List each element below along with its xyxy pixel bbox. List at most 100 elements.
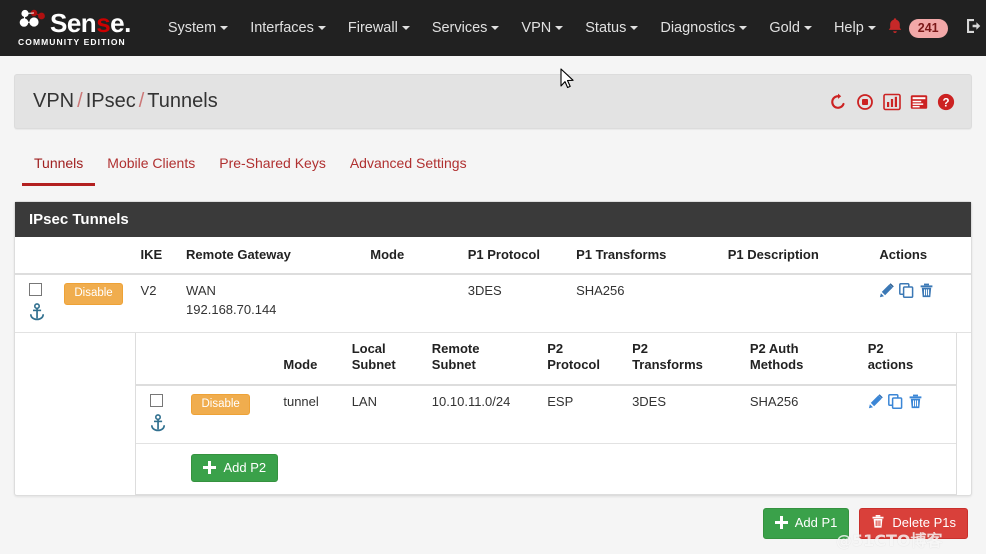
nav-label: Services [431,20,488,36]
p2-col-select [136,333,186,386]
p2-actions-cell [861,384,956,444]
nav-label: Firewall [347,20,398,36]
p2-col-mode: Mode [277,333,346,386]
ipsec-tunnels-panel: IPsec Tunnels IKE Remote Gateway Mode P1… [14,201,972,496]
p1-disable-button[interactable]: Disable [64,283,123,305]
add-p1-label: Add P1 [794,515,838,530]
nav-label: Help [833,20,864,36]
nav-item-gold[interactable]: Gold [758,0,823,56]
p1-col-protocol: P1 Protocol [461,237,571,275]
nav-item-firewall[interactable]: Firewall [337,0,421,56]
copy-icon[interactable] [899,283,914,298]
p2-col-local-subnet-line2: Subnet [351,357,396,373]
nav-item-system[interactable]: System [157,0,239,56]
chevron-down-icon [803,26,812,31]
nav-item-services[interactable]: Services [421,0,511,56]
p1-table: IKE Remote Gateway Mode P1 Protocol P1 T… [15,237,971,495]
tab-advanced-settings[interactable]: Advanced Settings [338,149,479,186]
breadcrumb-separator: / [77,90,83,112]
p1-col-remote-gateway: Remote Gateway [180,237,365,275]
refresh-icon[interactable] [829,93,847,111]
edit-icon[interactable] [879,283,895,298]
p2-table-head: Mode Local Subnet Remote Subnet P2 Proto… [136,333,956,386]
nav-item-interfaces[interactable]: Interfaces [239,0,337,56]
p1-action-buttons [879,283,965,298]
p2-col-actions-line2: actions [867,357,914,373]
p1-remote-gateway-cell: WAN 192.168.70.144 [180,274,365,333]
p2-container-row: Mode Local Subnet Remote Subnet P2 Proto… [15,333,971,495]
p2-header-row: Mode Local Subnet Remote Subnet P2 Proto… [136,333,956,386]
p1-col-status [58,237,135,275]
nav-item-diagnostics[interactable]: Diagnostics [649,0,758,56]
anchor-icon[interactable] [29,303,52,324]
p2-col-transforms-line2: Transforms [632,357,703,373]
delete-icon[interactable] [908,394,923,409]
copy-icon[interactable] [887,393,903,409]
tab-tunnels[interactable]: Tunnels [22,149,96,186]
nav-item-vpn[interactable]: VPN [510,0,574,56]
p2-col-local-subnet: Local Subnet [345,333,426,386]
p1-row-checkbox[interactable] [29,283,42,296]
add-p1-button[interactable]: Add P1 [762,507,850,539]
p2-col-local-subnet-line1: Local [351,341,386,356]
log-list-icon[interactable] [910,94,928,110]
chevron-down-icon [491,26,500,31]
edit-icon[interactable] [868,393,883,409]
breadcrumb-separator: / [138,90,145,112]
pfsense-logo-icon [18,8,48,37]
main-menu: System Interfaces Firewall Services VPN … [157,0,887,56]
p2-remote-subnet-cell: 10.10.11.0/24 [425,384,542,444]
delete-p1s-button[interactable]: Delete P1s [859,507,968,539]
p2-local-subnet-cell: LAN [345,384,426,444]
bar-chart-icon[interactable] [883,93,901,111]
p2-mode-cell: tunnel [277,384,346,444]
p2-row-checkbox[interactable] [150,393,163,407]
logout-button[interactable] [964,16,984,41]
p2-col-protocol-line1: P2 [547,341,564,356]
p2-col-auth-line2: Methods [749,357,804,373]
p2-footer-row: Add P2 [136,443,956,494]
breadcrumb-item-vpn[interactable]: VPN [33,90,74,112]
p1-col-select [15,237,59,275]
logout-icon [964,16,984,41]
p2-table-body: Disable tunnel LAN 10.10.11.0/24 ESP 3DE… [136,384,956,494]
p1-table-head: IKE Remote Gateway Mode P1 Protocol P1 T… [15,237,971,275]
nav-item-status[interactable]: Status [574,0,649,56]
p1-col-actions: Actions [873,237,971,275]
p2-footer-spacer [136,443,185,494]
tab-mobile-clients[interactable]: Mobile Clients [95,149,207,186]
plus-icon [774,516,788,529]
brand-subtitle: COMMUNITY EDITION [18,36,126,47]
panel-title: IPsec Tunnels [15,202,971,237]
tab-pre-shared-keys[interactable]: Pre-Shared Keys [207,149,338,186]
chevron-down-icon [401,26,410,31]
breadcrumb: VPN / IPsec / Tunnels [33,90,218,113]
p1-actions-cell [873,274,971,333]
chevron-down-icon [555,26,564,31]
p2-table-wrapper: Mode Local Subnet Remote Subnet P2 Proto… [135,333,957,495]
notification-count-badge[interactable]: 241 [908,18,948,38]
nav-label: System [167,20,217,36]
breadcrumb-item-tunnels: Tunnels [147,90,218,112]
add-p2-button[interactable]: Add P2 [191,453,279,482]
p1-transforms-cell: SHA256 [570,274,722,333]
brand-word-suffix: e. [110,7,131,38]
add-p2-label: Add P2 [223,459,267,475]
p2-table: Mode Local Subnet Remote Subnet P2 Proto… [136,333,956,494]
delete-icon[interactable] [919,283,934,298]
help-circle-icon[interactable]: ? [937,93,955,111]
notifications-button[interactable]: 241 [887,17,948,40]
p2-disable-button[interactable]: Disable [191,393,250,416]
p2-action-buttons [868,393,950,409]
breadcrumb-bar: VPN / IPsec / Tunnels ? [14,74,972,129]
table-row: Disable V2 WAN 192.168.70.144 3DES SHA25… [15,274,971,333]
pfsense-brand-logo[interactable]: Sense. COMMUNITY EDITION [18,10,131,47]
p2-col-transforms-line1: P2 [632,341,648,356]
p2-transforms-cell: 3DES [626,384,744,444]
breadcrumb-item-ipsec[interactable]: IPsec [86,90,136,112]
record-stop-icon[interactable] [856,93,874,111]
p1-select-cell [15,274,59,333]
p2-status-cell: Disable [185,384,278,444]
nav-item-help[interactable]: Help [823,0,887,56]
anchor-icon[interactable] [150,413,179,435]
